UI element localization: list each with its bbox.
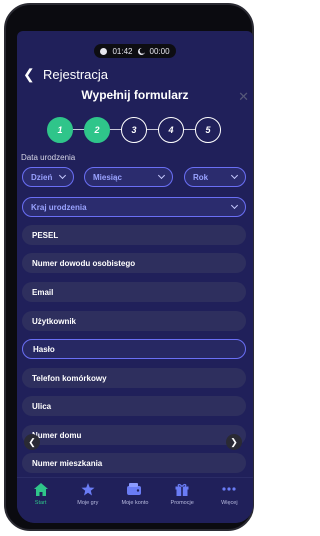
status-pill: 01:42 00:00 <box>94 44 176 58</box>
tab-label: Promocje <box>170 500 194 506</box>
step-1: 1 <box>47 117 73 143</box>
chevron-down-icon <box>230 171 239 180</box>
scroll-right-icon[interactable]: ❯ <box>226 434 242 450</box>
chevron-down-icon <box>230 201 239 210</box>
mobile-phone-field[interactable]: Telefon komórkowy <box>22 368 246 388</box>
day-select-label: Dzień <box>31 172 53 182</box>
bottom-tab-bar: Start Moje gry Moje konto Promocje Więce… <box>17 477 253 523</box>
id-number-field[interactable]: Numer dowodu osobistego <box>22 253 246 273</box>
back-arrow-icon[interactable]: ❮ <box>23 67 37 81</box>
chevron-down-icon <box>157 171 166 180</box>
year-select-label: Rok <box>193 172 209 182</box>
tab-my-account[interactable]: Moje konto <box>112 482 158 523</box>
header: ❮ Rejestracja <box>17 63 253 85</box>
tab-more[interactable]: Więcej <box>206 482 252 523</box>
tab-label: Moje konto <box>121 500 149 506</box>
step-2: 2 <box>84 117 110 143</box>
form-title: Wypełnij formularz <box>81 88 189 102</box>
step-indicator: 1 2 3 4 5 <box>47 117 223 143</box>
tab-label: Start <box>34 500 47 506</box>
step-4: 4 <box>158 117 184 143</box>
close-icon[interactable]: ✕ <box>238 89 249 105</box>
tab-label: Moje gry <box>77 500 99 506</box>
more-icon <box>221 482 237 496</box>
house-number-field[interactable]: Numer domu <box>22 425 246 445</box>
year-select[interactable]: Rok <box>184 167 246 187</box>
home-icon <box>33 482 49 496</box>
moon-icon <box>137 47 145 55</box>
password-field[interactable]: Hasło <box>22 339 246 359</box>
day-select[interactable]: Dzień <box>22 167 74 187</box>
app-screen: 01:42 00:00 ❮ Rejestracja Wypełnij formu… <box>17 31 253 523</box>
email-field[interactable]: Email <box>22 282 246 302</box>
status-bar: 01:42 00:00 <box>17 44 253 58</box>
chevron-down-icon <box>58 171 67 180</box>
month-select[interactable]: Miesiąc <box>84 167 173 187</box>
street-field[interactable]: Ulica <box>22 396 246 416</box>
star-icon <box>80 482 96 496</box>
tab-promotions[interactable]: Promocje <box>159 482 205 523</box>
status-timer: 00:00 <box>149 46 170 56</box>
scroll-left-icon[interactable]: ❮ <box>24 434 40 450</box>
birth-country-select[interactable]: Kraj urodzenia <box>22 197 246 217</box>
step-5: 5 <box>195 117 221 143</box>
month-select-label: Miesiąc <box>93 172 122 182</box>
dob-label: Data urodzenia <box>21 153 76 162</box>
step-3: 3 <box>121 117 147 143</box>
tab-my-games[interactable]: Moje gry <box>65 482 111 523</box>
username-field[interactable]: Użytkownik <box>22 311 246 331</box>
pesel-field[interactable]: PESEL <box>22 225 246 245</box>
birth-country-label: Kraj urodzenia <box>31 202 87 212</box>
gift-icon <box>174 482 190 496</box>
page-title: Rejestracja <box>43 67 109 82</box>
phone-frame: 01:42 00:00 ❮ Rejestracja Wypełnij formu… <box>4 3 254 531</box>
apartment-number-field[interactable]: Numer mieszkania <box>22 453 246 473</box>
clock-icon <box>100 47 108 55</box>
tab-label: Więcej <box>221 500 238 506</box>
wallet-icon <box>127 482 143 496</box>
tab-start[interactable]: Start <box>18 482 64 523</box>
status-time: 01:42 <box>112 46 133 56</box>
